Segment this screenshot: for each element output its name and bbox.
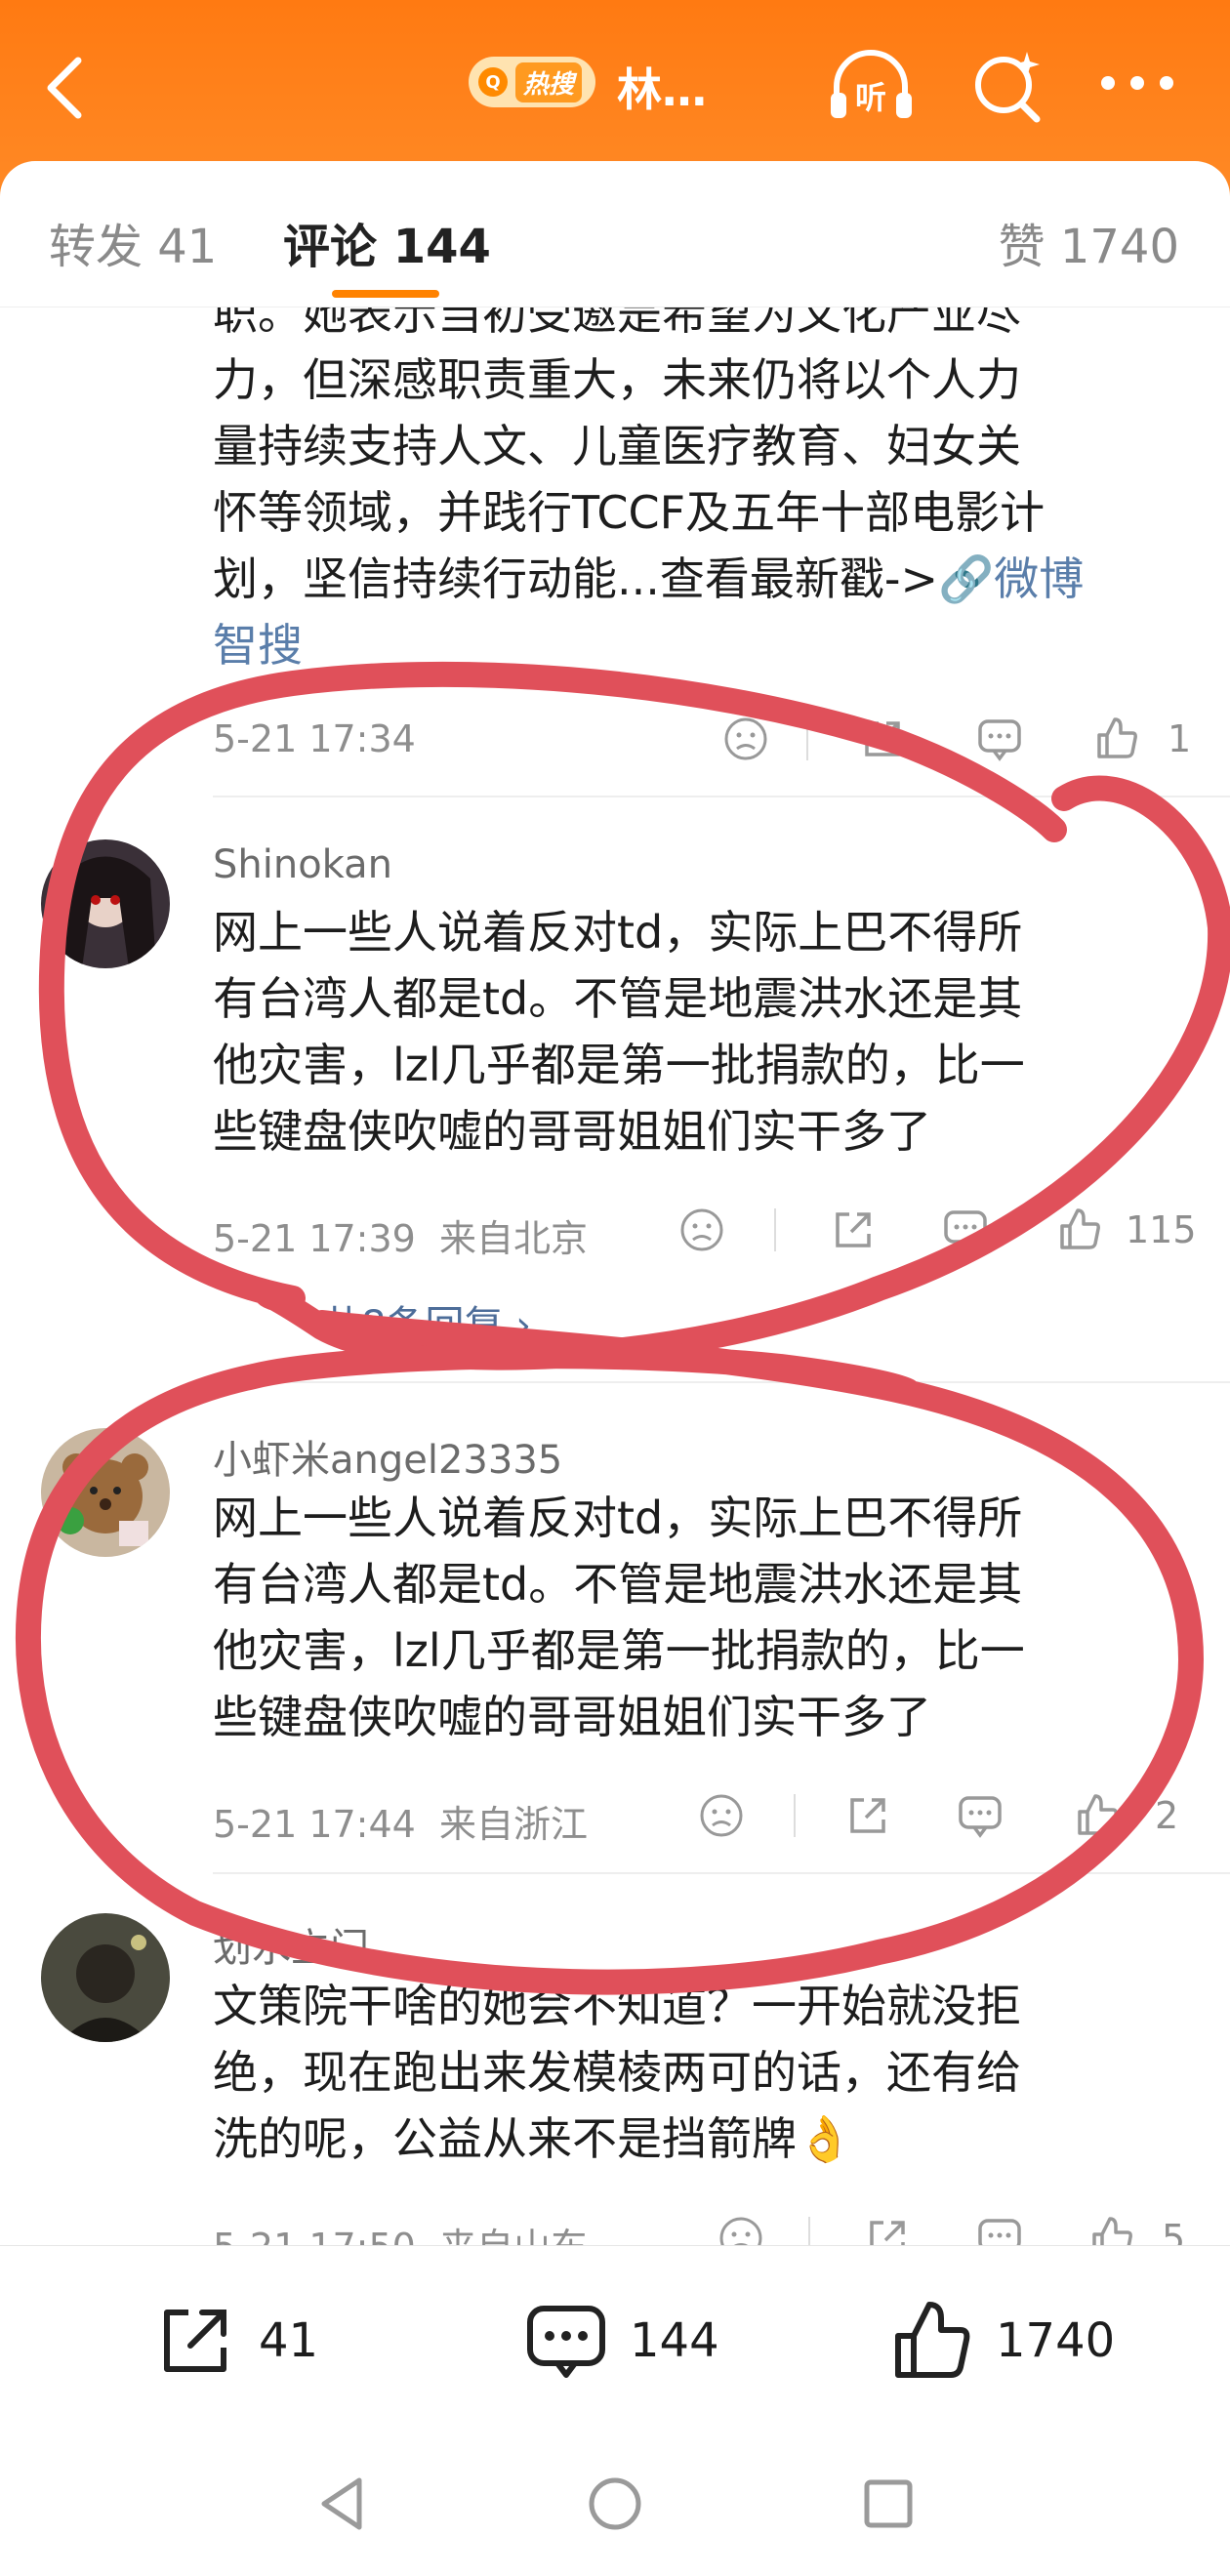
username[interactable]: 划水立门: [213, 1916, 369, 1973]
like-count: 5: [1162, 2217, 1186, 2245]
thumbs-up-icon: [895, 2302, 970, 2378]
comment-line: 他灾害，lzl几乎都是第一批捐款的，比一: [213, 1624, 1025, 1677]
share-icon[interactable]: [862, 2213, 913, 2245]
like-icon[interactable]: [1086, 2213, 1137, 2245]
active-tab-indicator: [332, 290, 439, 298]
dislike-icon[interactable]: [720, 714, 771, 764]
comment-line: 网上一些人说着反对td，实际上巴不得所: [213, 1492, 1023, 1544]
tab-comments[interactable]: 评论 144: [283, 208, 491, 276]
hot-search-badge[interactable]: Q 热搜: [469, 57, 596, 107]
nav-home-icon[interactable]: [576, 2465, 654, 2543]
view-replies-link[interactable]: 共8条回复 ›: [322, 1293, 531, 1350]
repost-button[interactable]: 41: [151, 2297, 318, 2385]
separator: [806, 717, 808, 760]
dislike-icon[interactable]: [716, 2213, 766, 2245]
comment-time: 5-21 17:44 来自浙江: [213, 1803, 589, 1846]
comment-line: 洗的呢，公益从来不是挡箭牌👌: [213, 2112, 853, 2165]
tab-likes[interactable]: 赞 1740: [999, 208, 1179, 276]
comment-meta: 5-21 17:34 1: [213, 710, 1199, 768]
search-star-icon[interactable]: [966, 44, 1049, 127]
comment-meta: 5-21 17:39 来自北京 115: [213, 1201, 1199, 1260]
comment-text: 网上一些人说着反对td，实际上巴不得所 有台湾人都是td。不管是地震洪水还是其 …: [213, 1485, 1189, 1750]
header-title[interactable]: 林…: [617, 55, 707, 119]
share-icon[interactable]: [828, 1205, 879, 1255]
comment-meta: 5-21 17:50 来自山东 5: [213, 2209, 1199, 2245]
comment-line: 绝，现在跑出来发模棱两可的话，还有给: [213, 2046, 1021, 2099]
system-navigation-bar: [0, 2431, 1230, 2576]
weibo-link[interactable]: 🔗微博: [938, 552, 1084, 605]
nav-back-icon[interactable]: [303, 2465, 381, 2543]
like-count: 2: [1155, 1794, 1179, 1837]
share-icon[interactable]: [842, 1790, 893, 1841]
back-icon[interactable]: [37, 49, 96, 127]
dislike-icon[interactable]: [696, 1790, 747, 1841]
svg-text:听: 听: [855, 79, 886, 116]
listen-icon[interactable]: 听: [825, 44, 918, 127]
comment-time: 5-21 17:39 来自北京: [213, 1217, 589, 1260]
search-icon: Q: [478, 67, 508, 97]
share-icon: [164, 2310, 226, 2372]
divider: [213, 796, 1230, 797]
dislike-icon[interactable]: [676, 1205, 727, 1255]
divider: [213, 1872, 1230, 1874]
like-count: 1: [1168, 717, 1192, 760]
hot-search-label: 热搜: [515, 61, 583, 102]
share-icon[interactable]: [857, 714, 908, 764]
separator: [808, 2217, 810, 2245]
comment-icon[interactable]: [955, 1790, 1005, 1841]
tab-bar: 转发 41 评论 144 赞 1740: [0, 161, 1230, 307]
separator: [774, 1208, 776, 1251]
divider: [213, 1381, 1230, 1383]
like-button[interactable]: 1740: [888, 2297, 1115, 2385]
comment-location: 来自浙江: [439, 1803, 589, 1846]
avatar[interactable]: [41, 1913, 170, 2042]
comment-location: 来自山东: [439, 2226, 588, 2245]
comment-time: 5-21 17:50 来自山东: [213, 2217, 588, 2245]
comment-list: 职。她表示当初受邀是希望为文化产业尽 力，但深感职责重大，未来仍将以个人力 量持…: [0, 307, 1230, 2245]
like-icon[interactable]: [1091, 714, 1142, 764]
like-icon[interactable]: [1054, 1205, 1105, 1255]
comment-icon: [527, 2306, 605, 2378]
separator: [794, 1794, 796, 1837]
comment-meta: 5-21 17:44 来自浙江 2: [213, 1786, 1199, 1846]
comment-line: 有台湾人都是td。不管是地震洪水还是其: [213, 1558, 1023, 1611]
like-count: 115: [1126, 1208, 1197, 1251]
comment-line: 怀等领域，并践行TCCF及五年十部电影计: [213, 486, 1046, 539]
comment-icon[interactable]: [940, 1205, 991, 1255]
avatar[interactable]: [41, 839, 170, 968]
comment-count: 144: [630, 2313, 719, 2368]
comment-line: 他灾害，lzl几乎都是第一批捐款的，比一: [213, 1039, 1025, 1091]
comment-text: 网上一些人说着反对td，实际上巴不得所 有台湾人都是td。不管是地震洪水还是其 …: [213, 899, 1189, 1165]
username[interactable]: 小虾米angel23335: [213, 1428, 562, 1485]
comment-text: 职。她表示当初受邀是希望为文化产业尽 力，但深感职责重大，未来仍将以个人力 量持…: [213, 307, 1189, 678]
comment-text: 文策院干啥的她会不知道？一开始就没拒 绝，现在跑出来发模棱两可的话，还有给 洗的…: [213, 1973, 1189, 2172]
like-count: 1740: [996, 2313, 1116, 2368]
comment-line: 力，但深感职责重大，未来仍将以个人力: [213, 353, 1021, 406]
comment-line: 职。她表示当初受邀是希望为文化产业尽: [213, 307, 1021, 340]
repost-count: 41: [259, 2313, 319, 2368]
bottom-action-bar: 41 144 1740: [0, 2245, 1230, 2431]
tab-repost[interactable]: 转发 41: [49, 208, 217, 276]
comment-icon[interactable]: [974, 2213, 1025, 2245]
nav-recents-icon[interactable]: [849, 2465, 927, 2543]
like-icon[interactable]: [1072, 1790, 1123, 1841]
comment-line: 文策院干啥的她会不知道？一开始就没拒: [213, 1980, 1021, 2032]
comment-line: 划，坚信持续行动能...查看最新戳->🔗微博: [213, 552, 1085, 605]
comment-icon[interactable]: [974, 714, 1025, 764]
comment-line: 网上一些人说着反对td，实际上巴不得所: [213, 906, 1023, 959]
comment-line: 些键盘侠吹嘘的哥哥姐姐们实干多了: [213, 1691, 931, 1743]
weibo-link-continued[interactable]: 智搜: [213, 612, 1189, 678]
avatar[interactable]: [41, 1428, 170, 1557]
comment-line: 量持续支持人文、儿童医疗教育、妇女关: [213, 420, 1021, 472]
comment-line: 些键盘侠吹嘘的哥哥姐姐们实干多了: [213, 1105, 931, 1158]
more-icon[interactable]: [1093, 68, 1181, 98]
comment-time: 5-21 17:34: [213, 717, 416, 760]
username[interactable]: Shinokan: [213, 842, 392, 887]
comment-button[interactable]: 144: [522, 2297, 719, 2385]
comment-location: 来自北京: [439, 1217, 589, 1260]
comment-line: 有台湾人都是td。不管是地震洪水还是其: [213, 972, 1023, 1025]
